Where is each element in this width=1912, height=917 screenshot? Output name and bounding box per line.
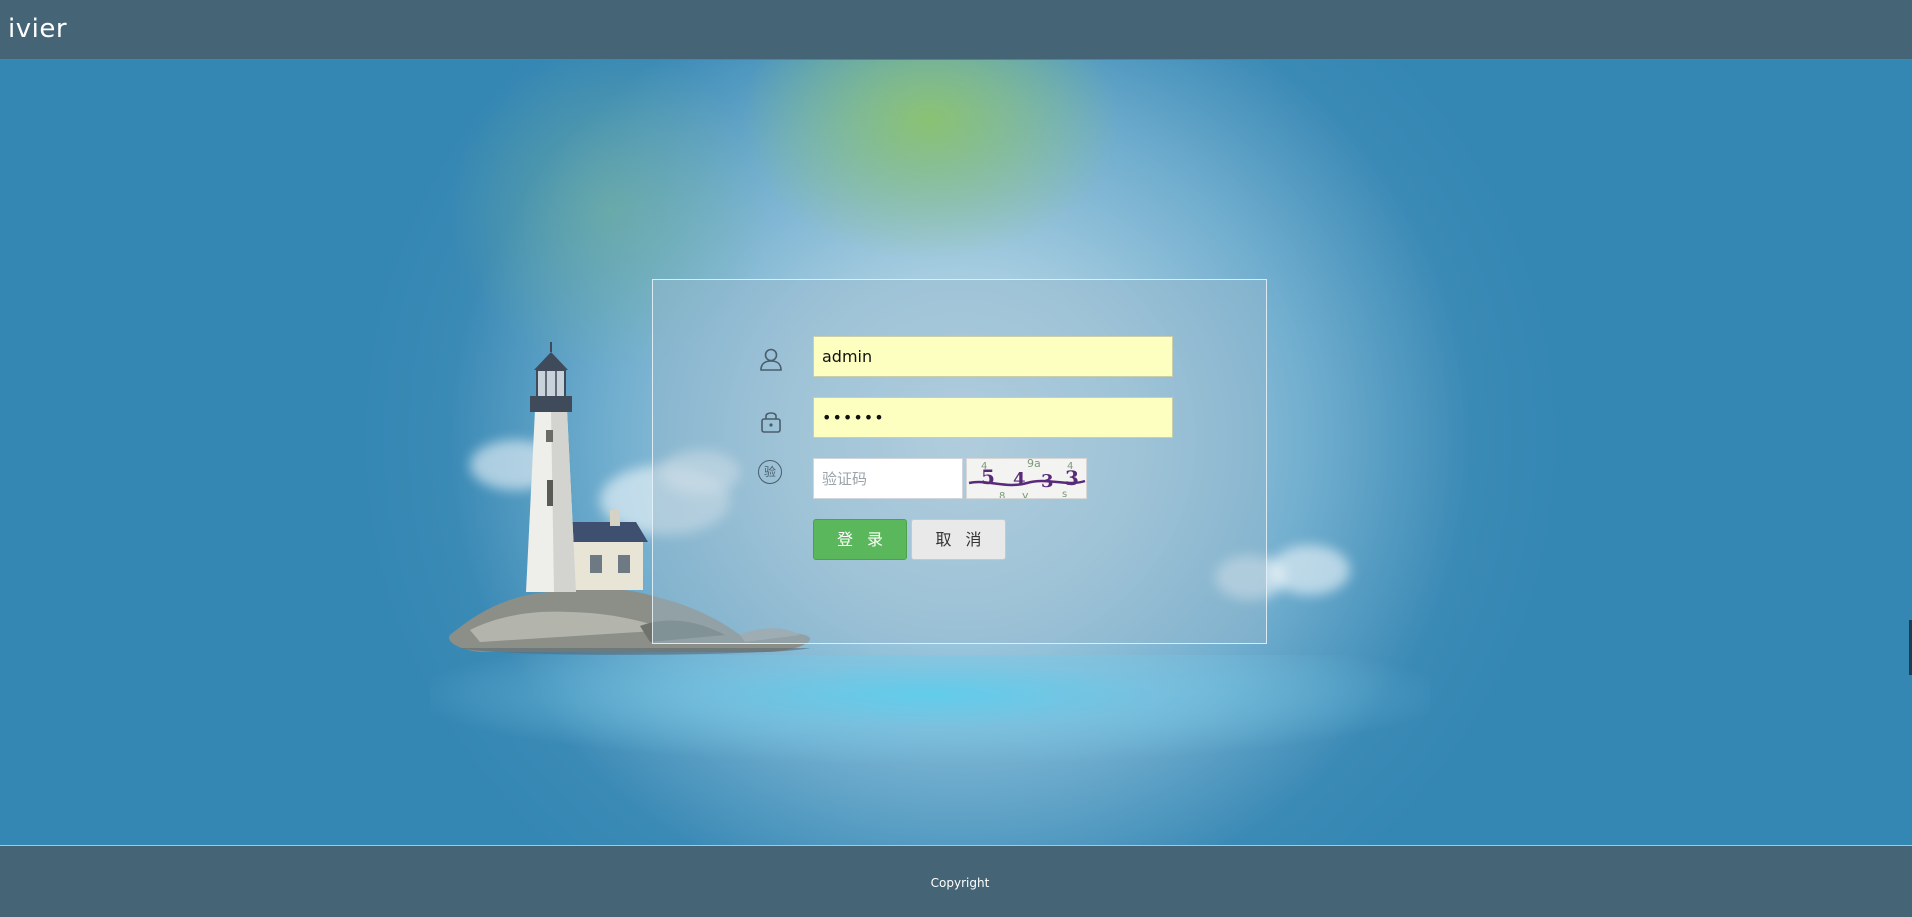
login-button[interactable]: 登录 bbox=[813, 519, 907, 560]
captcha-char: 3 bbox=[1065, 466, 1079, 490]
captcha-char: 5 bbox=[981, 465, 995, 489]
lock-icon bbox=[761, 412, 781, 433]
brand-title: ivier bbox=[8, 14, 68, 44]
captcha-icon-glyph: 验 bbox=[763, 465, 776, 479]
captcha-char: 3 bbox=[1041, 471, 1054, 492]
svg-text:s: s bbox=[1062, 489, 1067, 499]
captcha-icon: 验 bbox=[758, 460, 782, 484]
copyright-text: Copyright bbox=[930, 876, 990, 890]
user-icon bbox=[760, 348, 782, 371]
cancel-button[interactable]: 取消 bbox=[911, 519, 1006, 560]
svg-text:9a: 9a bbox=[1027, 459, 1041, 470]
sea-illustration bbox=[430, 655, 1430, 795]
svg-text:8: 8 bbox=[999, 491, 1005, 499]
cloud-decoration bbox=[1270, 545, 1350, 595]
footer-bar: Copyright bbox=[0, 845, 1912, 917]
top-header-bar: ivier bbox=[0, 0, 1912, 60]
captcha-image[interactable]: 4 9a 4 8 y s 5 4 3 3 bbox=[966, 458, 1087, 499]
svg-text:y: y bbox=[1022, 489, 1029, 499]
password-input[interactable]: •••••• bbox=[813, 397, 1173, 438]
username-input[interactable] bbox=[813, 336, 1173, 377]
captcha-input[interactable] bbox=[813, 458, 963, 499]
login-page: ivier admin •••••• 验 验证码 4 9a 4 8 y s 5 … bbox=[0, 0, 1912, 917]
captcha-char: 4 bbox=[1013, 469, 1026, 490]
